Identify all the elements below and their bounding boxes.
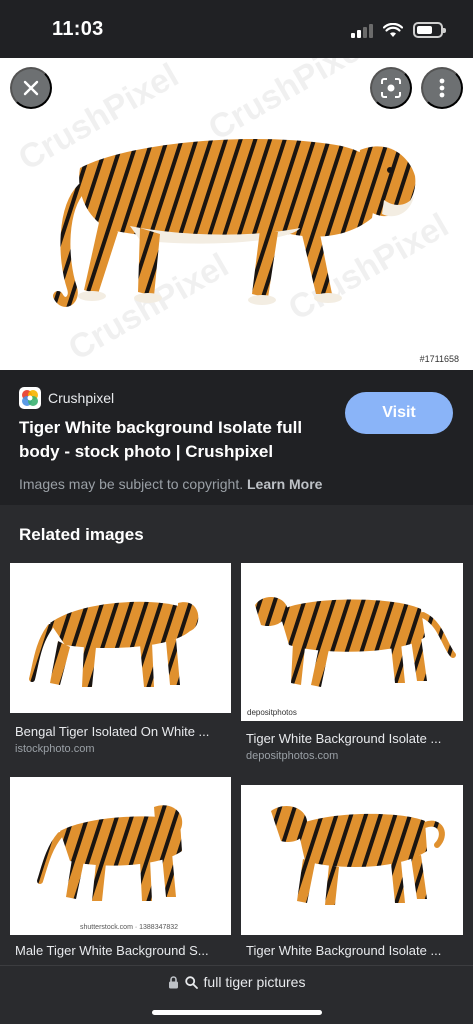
result-info: Crushpixel Tiger White background Isolat… [0,370,473,505]
related-image-card[interactable]: depositphotos Tiger White Background Iso… [241,563,463,773]
related-image-card[interactable]: Bengal Tiger Isolated On White ... istoc… [10,563,231,755]
related-image-thumbnail: shutterstock.com · 1388347832 [10,777,231,935]
wifi-icon [383,23,403,37]
related-image-domain: depositphotos.com [246,750,339,762]
crushpixel-favicon-icon [19,387,41,409]
learn-more-link[interactable]: Learn More [247,476,322,492]
related-image-card[interactable]: shutterstock.com · 1388347832 Male Tiger… [10,777,231,962]
related-image-caption: Tiger White Background Isolate ... [246,943,442,958]
related-image-caption: Bengal Tiger Isolated On White ... [15,724,210,739]
battery-icon [413,22,446,38]
source-link[interactable]: Crushpixel [19,387,114,409]
related-images-section: Related images Bengal Tiger Isolated On … [0,505,473,975]
related-image-caption: Male Tiger White Background S... [15,943,209,958]
copyright-notice: Images may be subject to copyright. Lear… [19,476,322,492]
tiger-thumbnail [255,596,456,687]
search-query-display[interactable]: full tiger pictures [0,974,473,990]
search-query-text: full tiger pictures [203,974,306,990]
source-name: Crushpixel [48,390,115,406]
tiger-thumbnail [37,805,183,901]
lock-icon [168,975,178,988]
close-icon [23,80,39,96]
related-image-thumbnail: depositphotos [241,563,463,721]
related-image-card[interactable]: Tiger White Background Isolate ... [241,785,463,962]
related-image-thumbnail [241,785,463,935]
home-indicator[interactable] [152,1010,322,1015]
visit-button[interactable]: Visit [345,392,453,434]
more-vert-icon [439,78,445,98]
related-image-caption: Tiger White Background Isolate ... [246,731,442,746]
related-images-heading: Related images [19,525,144,544]
hero-image[interactable]: CrushPixel CrushPixel CrushPixel CrushPi… [0,58,473,370]
shutterstock-stamp: shutterstock.com · 1388347832 [80,924,179,931]
status-icons [351,22,446,38]
more-options-button[interactable] [421,67,463,109]
search-icon [184,975,198,989]
lens-search-button[interactable] [370,67,412,109]
lens-icon [381,78,401,98]
related-image-domain: istockphoto.com [15,743,95,755]
tiger-thumbnail [29,601,199,687]
related-image-thumbnail [10,563,231,713]
status-bar: 11:03 [0,0,473,58]
result-title[interactable]: Tiger White background Isolate full body… [19,416,329,464]
copyright-text: Images may be subject to copyright. [19,476,244,492]
image-id: #1711658 [419,354,459,364]
status-time: 11:03 [52,18,104,40]
tiger-thumbnail [271,806,445,905]
depositphotos-stamp: depositphotos [247,708,297,717]
bottom-search-bar[interactable]: full tiger pictures [0,965,473,1024]
cellular-signal-icon [351,24,373,38]
close-button[interactable] [10,67,52,109]
